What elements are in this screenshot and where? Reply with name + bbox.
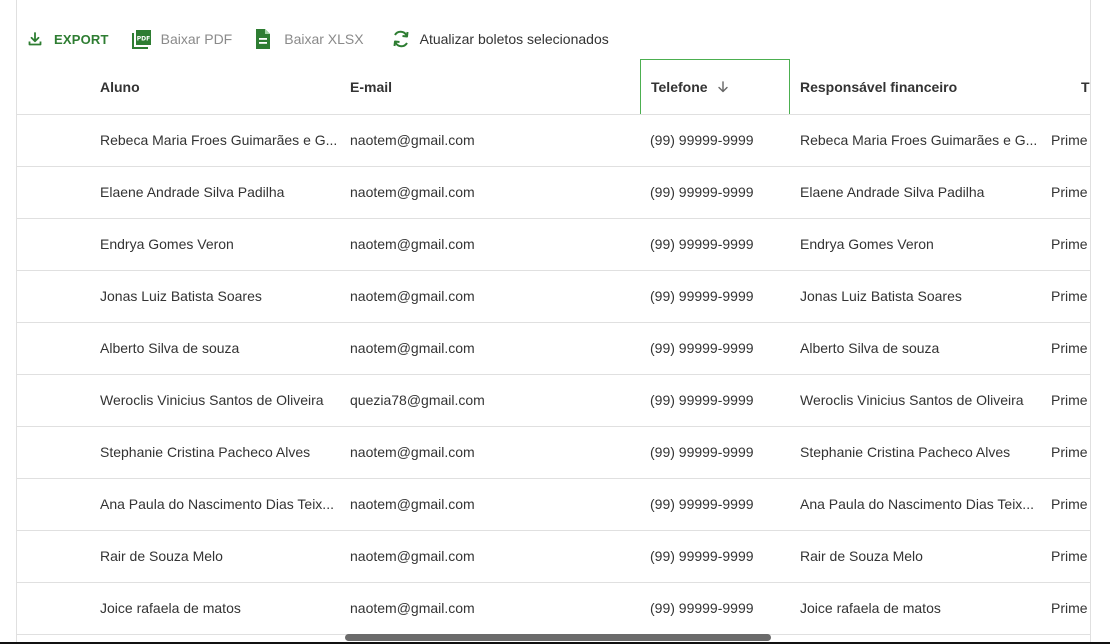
cell-t[interactable]: Prime: [1041, 479, 1090, 530]
cell-telefone[interactable]: (99) 99999-9999: [640, 323, 790, 374]
pdf-label: Baixar PDF: [160, 31, 233, 47]
data-grid: EXPORT PDF Baixar PDF Baixar XLSX Atuali…: [16, 0, 1091, 644]
cell-email[interactable]: quezia78@gmail.com: [340, 375, 640, 426]
cell-t[interactable]: Prime: [1041, 219, 1090, 270]
table-row[interactable]: Rair de Souza Melo naotem@gmail.com (99)…: [17, 531, 1090, 583]
refresh-icon: [390, 28, 412, 50]
cell-aluno[interactable]: Elaene Andrade Silva Padilha: [90, 167, 340, 218]
cell-telefone[interactable]: (99) 99999-9999: [640, 583, 790, 634]
cell-t[interactable]: Prime: [1041, 375, 1090, 426]
table-row[interactable]: Alberto Silva de souza naotem@gmail.com …: [17, 323, 1090, 375]
cell-email[interactable]: naotem@gmail.com: [340, 271, 640, 322]
cell-t[interactable]: Prime: [1041, 271, 1090, 322]
column-header-label: Telefone: [651, 79, 708, 95]
cell-responsavel[interactable]: Rebeca Maria Froes Guimarães e G...: [790, 115, 1040, 166]
table-row[interactable]: Weroclis Vinicius Santos de Oliveira que…: [17, 375, 1090, 427]
spreadsheet-file-icon: [252, 28, 274, 50]
cell-telefone[interactable]: (99) 99999-9999: [640, 427, 790, 478]
pdf-file-icon: PDF: [131, 28, 153, 50]
cell-email[interactable]: naotem@gmail.com: [340, 583, 640, 634]
cell-responsavel[interactable]: Ana Paula do Nascimento Dias Teix...: [790, 479, 1040, 530]
cell-responsavel[interactable]: Alberto Silva de souza: [790, 323, 1040, 374]
table-row[interactable]: Endrya Gomes Veron naotem@gmail.com (99)…: [17, 219, 1090, 271]
refresh-label: Atualizar boletos selecionados: [419, 31, 609, 47]
cell-aluno[interactable]: Endrya Gomes Veron: [90, 219, 340, 270]
cell-aluno[interactable]: Rair de Souza Melo: [90, 531, 340, 582]
cell-telefone[interactable]: (99) 99999-9999: [640, 167, 790, 218]
table-row[interactable]: Ana Paula do Nascimento Dias Teix... nao…: [17, 479, 1090, 531]
cell-t[interactable]: Prime: [1041, 167, 1090, 218]
export-label: EXPORT: [54, 31, 109, 47]
column-header-telefone[interactable]: Telefone: [640, 59, 790, 114]
table-row[interactable]: Jonas Luiz Batista Soares naotem@gmail.c…: [17, 271, 1090, 323]
cell-t[interactable]: Prime: [1041, 583, 1090, 634]
svg-text:PDF: PDF: [136, 35, 149, 42]
refresh-selected-button[interactable]: Atualizar boletos selecionados: [390, 24, 609, 54]
table-row[interactable]: Stephanie Cristina Pacheco Alves naotem@…: [17, 427, 1090, 479]
cell-responsavel[interactable]: Rair de Souza Melo: [790, 531, 1040, 582]
column-header-label: E-mail: [350, 78, 393, 95]
horizontal-scrollbar[interactable]: [345, 634, 771, 641]
export-button[interactable]: EXPORT: [24, 24, 109, 54]
cell-telefone[interactable]: (99) 99999-9999: [640, 375, 790, 426]
column-header-responsavel[interactable]: Responsável financeiro: [790, 59, 1040, 114]
cell-email[interactable]: naotem@gmail.com: [340, 479, 640, 530]
cell-telefone[interactable]: (99) 99999-9999: [640, 219, 790, 270]
download-icon: [24, 28, 46, 50]
cell-aluno[interactable]: Weroclis Vinicius Santos de Oliveira: [90, 375, 340, 426]
column-header-label: Aluno: [100, 78, 140, 95]
column-header-label: T: [1081, 78, 1090, 95]
cell-responsavel[interactable]: Jonas Luiz Batista Soares: [790, 271, 1040, 322]
cell-aluno[interactable]: Jonas Luiz Batista Soares: [90, 271, 340, 322]
app-frame: EXPORT PDF Baixar PDF Baixar XLSX Atuali…: [0, 0, 1110, 644]
cell-email[interactable]: naotem@gmail.com: [340, 323, 640, 374]
cell-aluno[interactable]: Ana Paula do Nascimento Dias Teix...: [90, 479, 340, 530]
table-header: Aluno E-mail Telefone Responsável financ…: [17, 59, 1090, 115]
cell-t[interactable]: Prime: [1041, 323, 1090, 374]
cell-telefone[interactable]: (99) 99999-9999: [640, 115, 790, 166]
cell-responsavel[interactable]: Endrya Gomes Veron: [790, 219, 1040, 270]
table-row[interactable]: Joice rafaela de matos naotem@gmail.com …: [17, 583, 1090, 635]
table-body: Rebeca Maria Froes Guimarães e G... naot…: [17, 115, 1090, 635]
cell-telefone[interactable]: (99) 99999-9999: [640, 531, 790, 582]
cell-email[interactable]: naotem@gmail.com: [340, 167, 640, 218]
table-row[interactable]: Rebeca Maria Froes Guimarães e G... naot…: [17, 115, 1090, 167]
cell-t[interactable]: Prime: [1041, 115, 1090, 166]
cell-responsavel[interactable]: Elaene Andrade Silva Padilha: [790, 167, 1040, 218]
cell-aluno[interactable]: Stephanie Cristina Pacheco Alves: [90, 427, 340, 478]
download-pdf-button[interactable]: PDF Baixar PDF: [131, 24, 233, 54]
cell-aluno[interactable]: Alberto Silva de souza: [90, 323, 340, 374]
cell-t[interactable]: Prime: [1041, 427, 1090, 478]
arrow-down-icon[interactable]: [716, 80, 730, 94]
table-row[interactable]: Elaene Andrade Silva Padilha naotem@gmai…: [17, 167, 1090, 219]
cell-email[interactable]: naotem@gmail.com: [340, 219, 640, 270]
cell-aluno[interactable]: Joice rafaela de matos: [90, 583, 340, 634]
column-header-email[interactable]: E-mail: [340, 59, 640, 114]
cell-email[interactable]: naotem@gmail.com: [340, 427, 640, 478]
cell-email[interactable]: naotem@gmail.com: [340, 115, 640, 166]
cell-email[interactable]: naotem@gmail.com: [340, 531, 640, 582]
cell-responsavel[interactable]: Weroclis Vinicius Santos de Oliveira: [790, 375, 1040, 426]
cell-responsavel[interactable]: Joice rafaela de matos: [790, 583, 1040, 634]
column-header-t[interactable]: T: [1071, 59, 1090, 114]
xlsx-label: Baixar XLSX: [284, 31, 364, 47]
cell-responsavel[interactable]: Stephanie Cristina Pacheco Alves: [790, 427, 1040, 478]
column-header-aluno[interactable]: Aluno: [90, 59, 340, 114]
cell-t[interactable]: Prime: [1041, 531, 1090, 582]
cell-aluno[interactable]: Rebeca Maria Froes Guimarães e G...: [90, 115, 340, 166]
cell-telefone[interactable]: (99) 99999-9999: [640, 479, 790, 530]
cell-telefone[interactable]: (99) 99999-9999: [640, 271, 790, 322]
column-header-label: Responsável financeiro: [800, 78, 958, 95]
grid-toolbar: EXPORT PDF Baixar PDF Baixar XLSX Atuali…: [17, 24, 609, 54]
download-xlsx-button[interactable]: Baixar XLSX: [252, 24, 364, 54]
